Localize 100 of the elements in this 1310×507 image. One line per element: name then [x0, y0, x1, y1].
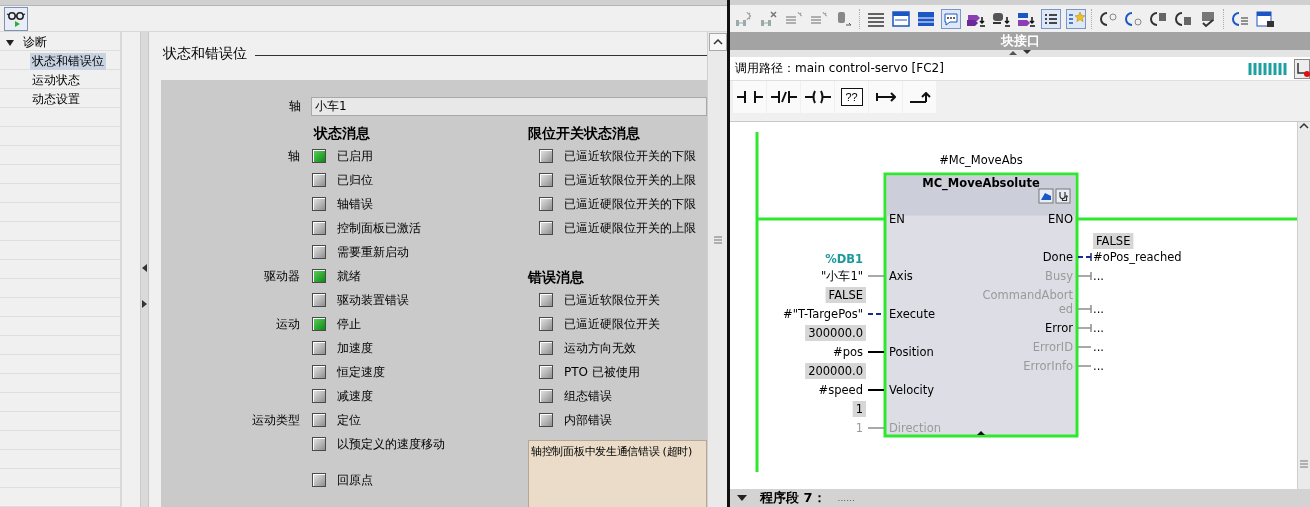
triangle-down-icon[interactable] [1023, 50, 1031, 55]
operand: ... [1093, 302, 1104, 316]
tree-item[interactable]: 状态和错误位 [30, 53, 106, 70]
status-label: 定位 [337, 411, 362, 429]
status-label: 已逼近硬限位开关的下限 [564, 195, 697, 213]
group-label: 运动 [275, 315, 301, 333]
operand: ... [1093, 340, 1104, 354]
close-branch-icon [908, 91, 931, 103]
block-icon[interactable] [1038, 188, 1054, 204]
status-label: 控制面板已激活 [337, 219, 422, 237]
network-title: 程序段 7： [760, 489, 826, 507]
status-label: 需要重新启动 [337, 243, 410, 261]
window-lock-icon[interactable] [1255, 8, 1275, 29]
pin-label: Direction [889, 421, 941, 435]
status-label: PTO 已被使用 [564, 363, 641, 381]
pin-label: Busy [1045, 269, 1073, 283]
status-label: 已逼近软限位开关的上限 [564, 171, 697, 189]
caret-icon[interactable] [736, 494, 748, 502]
network-comment: ...... [837, 493, 855, 503]
group-label: 驱动器 [263, 267, 301, 285]
status-label: 运动方向无效 [564, 339, 637, 357]
scroll-up-button[interactable] [708, 33, 727, 51]
operand: ... [1093, 321, 1104, 335]
star-list-icon[interactable] [1066, 8, 1086, 29]
caret-icon[interactable] [3, 37, 17, 48]
collapse-left-icon[interactable] [142, 264, 147, 272]
pin-label: ENO [1048, 212, 1073, 226]
pin-label: Error [1044, 321, 1073, 335]
operand: #pos [833, 345, 863, 359]
status-label: 已逼近硬限位开关 [564, 315, 661, 333]
pin-label: Axis [889, 269, 913, 283]
operand: ... [1093, 359, 1104, 373]
status-label: 已逼近软限位开关 [564, 291, 661, 309]
negated-contact-icon [769, 90, 798, 104]
scroll-grip-icon[interactable] [1300, 460, 1308, 468]
open-branch-icon [875, 92, 896, 102]
status-label: 已逼近软限位开关的下限 [564, 147, 697, 165]
contact-button[interactable] [733, 81, 766, 113]
chevron-up-icon [712, 39, 723, 45]
empty-box-button[interactable]: ?? [835, 81, 868, 113]
group-heading: 状态消息 [314, 124, 371, 143]
pin-label: EN [889, 212, 905, 226]
operand: #"T-TargePos" [783, 307, 863, 321]
scroll-grip-icon[interactable] [713, 236, 722, 244]
status-label: 驱动装置错误 [337, 291, 410, 309]
glasses-play-icon[interactable] [4, 6, 28, 31]
network-cross-icon[interactable] [759, 8, 779, 29]
status-label: 组态错误 [564, 387, 613, 405]
window-icon[interactable] [891, 8, 911, 29]
negated-contact-button[interactable] [767, 81, 800, 113]
tree-item[interactable]: 运动状态 [30, 72, 82, 89]
operand: 1 [855, 421, 863, 435]
close-branch-button[interactable] [903, 81, 936, 113]
section-title: 状态和错误位 [163, 45, 247, 63]
operand: #speed [818, 383, 863, 397]
expand-icon[interactable] [977, 431, 985, 435]
contact-icon [735, 90, 764, 104]
operand-address: %DB1 [825, 252, 863, 266]
group-heading: 错误消息 [528, 268, 585, 287]
monitor-value: FALSE [825, 287, 866, 303]
status-label: 停止 [337, 315, 362, 333]
status-label: 就绪 [337, 267, 362, 285]
group-label: 轴 [287, 147, 301, 165]
status-label: 减速度 [337, 387, 374, 405]
monitor-value: 1 [852, 401, 866, 417]
speech-bubble-icon[interactable] [941, 8, 961, 29]
status-label: 已逼近硬限位开关的上限 [564, 219, 697, 237]
pin-label: Done [1042, 250, 1073, 264]
chevron-up-icon[interactable] [1299, 122, 1309, 130]
monitor-value: 200000.0 [805, 363, 866, 379]
expand-right-icon[interactable] [142, 300, 147, 308]
pin-label: CommandAbort ed [982, 288, 1073, 316]
axis-field[interactable]: 小车1 [311, 97, 707, 116]
tree-item[interactable]: 诊断 [21, 34, 49, 51]
status-label: 以预定义的速度移动 [337, 435, 446, 453]
status-label: 加速度 [337, 339, 374, 357]
operand: #oPos_reached [1093, 250, 1182, 264]
stethoscope-icon[interactable] [1055, 188, 1071, 204]
breakpoint-icon[interactable] [1294, 58, 1310, 79]
call-path: 调用路径：main control-servo [FC2] [735, 60, 945, 77]
status-label: 轴错误 [337, 195, 374, 213]
bar-meter-icon [1248, 61, 1288, 76]
status-label: 内部错误 [564, 411, 613, 429]
operand: ... [1093, 269, 1104, 283]
coil-icon [803, 90, 832, 104]
coil-button[interactable] [801, 81, 834, 113]
open-branch-button[interactable] [869, 81, 902, 113]
triangle-up-icon[interactable] [1009, 50, 1017, 55]
pin-label: Execute [889, 307, 935, 321]
monitor-value: 300000.0 [805, 325, 866, 341]
instance-name: #Mc_MoveAbs [939, 153, 1023, 167]
pin-label: Velocity [889, 383, 935, 397]
tree-item[interactable]: 动态设置 [30, 91, 82, 108]
group-heading: 限位开关状态消息 [528, 124, 641, 143]
status-label: 回原点 [337, 471, 374, 489]
panel-title: 块接口 [730, 32, 1310, 50]
monitor-value: FALSE [1093, 233, 1134, 249]
operand: "小车1" [821, 269, 863, 283]
pin-label: ErrorID [1032, 340, 1073, 354]
list-box-icon[interactable] [1041, 8, 1061, 29]
